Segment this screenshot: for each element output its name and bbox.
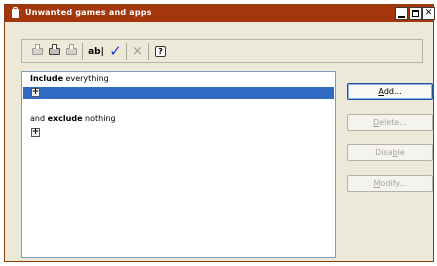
delete-label-suffix: elete... — [379, 118, 407, 127]
printer-icon — [32, 44, 43, 55]
exclude-prefix: and — [30, 114, 48, 123]
maximize-icon — [412, 10, 419, 17]
delete-button[interactable]: Delete... — [347, 114, 433, 131]
rules-list[interactable]: Include everything + and exclude nothing… — [21, 71, 336, 258]
include-rest: everything — [63, 74, 109, 83]
help-button[interactable]: ? — [153, 44, 168, 59]
printer-icon — [49, 44, 60, 55]
check-button[interactable]: ✓ — [108, 44, 123, 59]
print-preview-button[interactable] — [64, 44, 79, 59]
disable-label-suffix: le — [397, 148, 405, 157]
printer-icon — [66, 44, 77, 55]
add-button[interactable]: Add... — [347, 83, 433, 100]
exclude-rest: nothing — [82, 114, 116, 123]
window-title: Unwanted games and apps — [25, 8, 152, 17]
print-button[interactable] — [30, 44, 45, 59]
x-icon: × — [132, 44, 143, 59]
toolbar-separator — [148, 43, 149, 60]
maximize-button[interactable] — [409, 7, 422, 20]
modify-label-accel: M — [373, 179, 381, 188]
modify-label-suffix: odify... — [380, 179, 407, 188]
include-keyword: Include — [30, 74, 64, 83]
include-rule[interactable]: Include everything — [30, 74, 109, 83]
toolbar-separator — [126, 43, 127, 60]
lock-icon — [12, 7, 19, 18]
modify-button[interactable]: Modify... — [347, 175, 433, 192]
title-bar[interactable]: Unwanted games and apps ✕ — [5, 5, 435, 22]
disable-label-prefix: Disa — [375, 148, 393, 157]
selected-row[interactable] — [23, 87, 334, 99]
close-button[interactable]: ✕ — [422, 7, 435, 20]
include-expand-icon[interactable]: + — [31, 88, 40, 97]
minimize-icon — [398, 15, 405, 18]
ab-edit-icon: ab| — [88, 46, 104, 57]
exclude-keyword: exclude — [47, 114, 83, 123]
dialog-window: Unwanted games and apps ✕ ab| ✓ × ? Incl… — [4, 4, 435, 262]
check-icon: ✓ — [109, 42, 122, 60]
close-icon: ✕ — [424, 8, 433, 18]
exclude-rule[interactable]: and exclude nothing — [30, 114, 116, 123]
disable-button[interactable]: Disa b le — [347, 144, 433, 161]
add-label-suffix: dd... — [383, 87, 402, 96]
toolbar-separator — [82, 43, 83, 60]
rename-button[interactable]: ab| — [87, 44, 105, 59]
toolbar: ab| ✓ × ? — [21, 39, 423, 63]
print-active-button[interactable] — [47, 44, 62, 59]
exclude-expand-icon[interactable]: + — [31, 128, 40, 137]
minimize-button[interactable] — [395, 7, 408, 20]
delete-toolbar-button[interactable]: × — [130, 44, 145, 59]
help-icon: ? — [155, 46, 166, 57]
